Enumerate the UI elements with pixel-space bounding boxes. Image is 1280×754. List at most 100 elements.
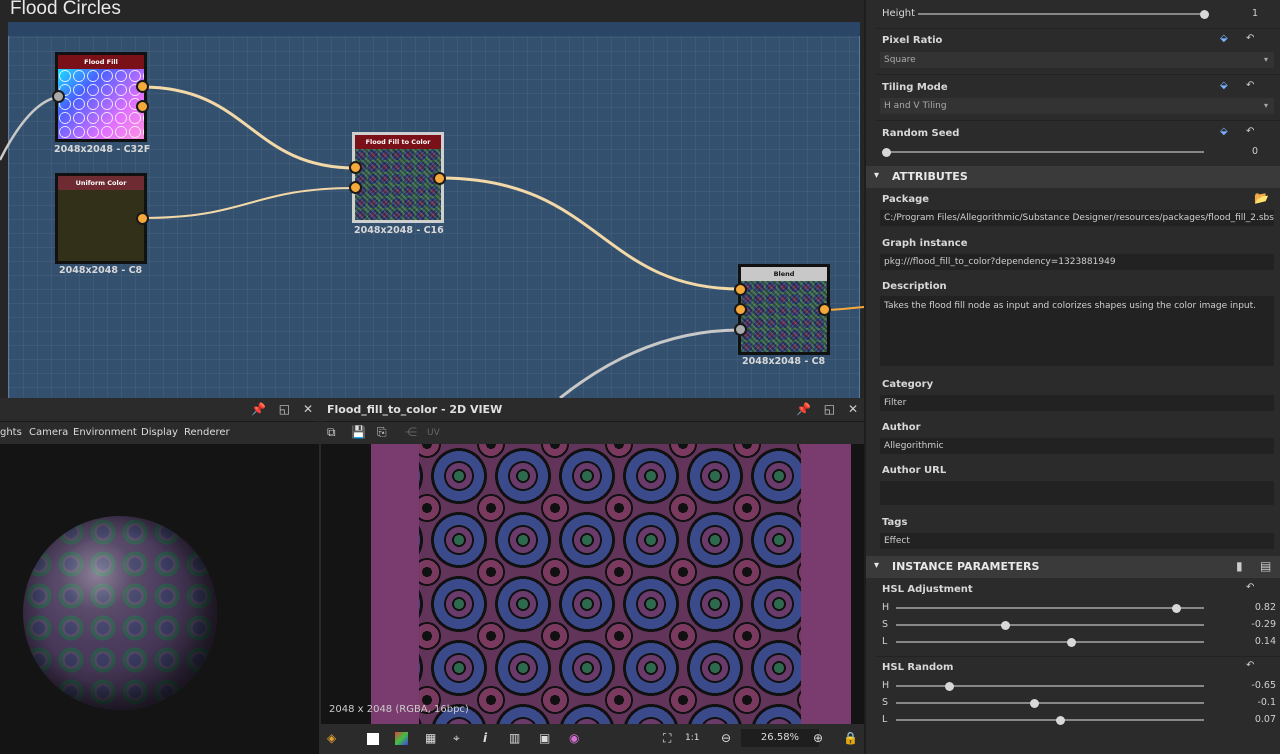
- node-flood-fill[interactable]: Flood Fill: [55, 52, 147, 142]
- height-slider-track[interactable]: [918, 13, 1204, 15]
- hsl-random-s-slider-knob[interactable]: [1030, 698, 1040, 708]
- output-port[interactable]: [136, 212, 149, 225]
- author-url-field[interactable]: [880, 481, 1274, 505]
- random-seed-slider-knob[interactable]: [881, 147, 891, 157]
- zoom-field[interactable]: 26.58%: [741, 729, 819, 747]
- actual-size-icon[interactable]: 1:1: [685, 733, 699, 743]
- hsl-random-l-slider-knob[interactable]: [1056, 715, 1066, 725]
- input-port[interactable]: [734, 303, 747, 316]
- save-icon[interactable]: 💾: [351, 425, 366, 439]
- package-field[interactable]: C:/Program Files/Allegorithmic/Substance…: [880, 210, 1274, 226]
- hsl-s-slider-track[interactable]: [896, 624, 1204, 626]
- preset-list-icon[interactable]: ▤: [1260, 559, 1271, 573]
- zoom-out-icon[interactable]: ⊖: [721, 731, 731, 745]
- expose-icon[interactable]: ⬙: [1220, 33, 1228, 44]
- hsl-h-value[interactable]: 0.82: [1238, 602, 1276, 613]
- fit-icon[interactable]: ⛶: [663, 731, 671, 746]
- export-icon[interactable]: ⎘: [377, 425, 387, 440]
- hsl-s-slider-knob[interactable]: [1000, 620, 1010, 630]
- preview-sphere: [23, 516, 217, 710]
- float-icon[interactable]: ◱: [824, 402, 835, 416]
- hsl-h-slider-knob[interactable]: [1171, 603, 1181, 613]
- hsl-random-l-slider-track[interactable]: [896, 719, 1204, 721]
- close-icon[interactable]: ✕: [848, 402, 858, 416]
- hsl-random-l-value[interactable]: 0.07: [1238, 714, 1276, 725]
- author-field[interactable]: Allegorithmic: [880, 438, 1274, 454]
- input-port[interactable]: [349, 181, 362, 194]
- uv-icon[interactable]: ⋲: [405, 425, 417, 439]
- reset-icon[interactable]: ↶: [1246, 126, 1254, 137]
- menu-environment[interactable]: Environment: [73, 427, 137, 438]
- output-port[interactable]: [136, 100, 149, 113]
- random-seed-slider-track[interactable]: [886, 151, 1204, 153]
- hsl-random-s-value[interactable]: -0.1: [1238, 697, 1276, 708]
- hsl-random-h-slider-knob[interactable]: [945, 681, 955, 691]
- float-icon[interactable]: ◱: [279, 402, 290, 416]
- hsl-l-slider-knob[interactable]: [1067, 637, 1077, 647]
- pixel-ratio-dropdown[interactable]: Square: [880, 52, 1274, 68]
- copy-icon[interactable]: ⧉: [327, 425, 336, 440]
- expose-icon[interactable]: ⬙: [1220, 80, 1228, 91]
- node-uniform-color[interactable]: Uniform Color: [55, 173, 147, 264]
- input-port[interactable]: [734, 323, 747, 336]
- zoom-in-icon[interactable]: ⊕: [813, 731, 823, 745]
- reset-icon[interactable]: ↶: [1246, 660, 1254, 671]
- preset-icon[interactable]: ▮: [1236, 559, 1243, 573]
- reset-icon[interactable]: ↶: [1246, 33, 1254, 44]
- hsl-l-slider-track[interactable]: [896, 641, 1204, 643]
- color-channel-icon[interactable]: [395, 732, 408, 745]
- color-wheel-icon[interactable]: ◉: [569, 731, 579, 745]
- graph-editor[interactable]: Flood Circles Flood Fill 2048x2048 - C32…: [0, 0, 864, 398]
- input-port[interactable]: [734, 283, 747, 296]
- uv-dropdown[interactable]: UV: [427, 428, 440, 438]
- 3d-viewport[interactable]: [0, 444, 319, 754]
- menu-display[interactable]: Display: [141, 427, 178, 438]
- info-icon[interactable]: i: [483, 731, 487, 745]
- description-field[interactable]: Takes the flood fill node as input and c…: [880, 296, 1274, 366]
- texture-preview: [371, 444, 851, 724]
- lock-icon[interactable]: 🔒: [843, 731, 858, 745]
- hsl-s-value[interactable]: -0.29: [1238, 619, 1276, 630]
- hsl-random-h-value[interactable]: -0.65: [1238, 680, 1276, 691]
- tags-field[interactable]: Effect: [880, 533, 1274, 549]
- hsl-h-slider-track[interactable]: [896, 607, 1204, 609]
- reset-icon[interactable]: ↶: [1246, 582, 1254, 593]
- input-port[interactable]: [349, 161, 362, 174]
- wire-uniform-to-ffcolor: [141, 187, 357, 219]
- tiling-mode-dropdown[interactable]: H and V Tiling: [880, 98, 1274, 114]
- hsl-random-h-slider-track[interactable]: [896, 685, 1204, 687]
- menu-camera[interactable]: Camera: [29, 427, 68, 438]
- input-port[interactable]: [52, 90, 65, 103]
- layers-icon[interactable]: ◈: [327, 731, 336, 745]
- expose-icon[interactable]: ⬙: [1220, 126, 1228, 137]
- output-port[interactable]: [136, 80, 149, 93]
- grid-icon[interactable]: ▦: [425, 731, 436, 745]
- display-icon[interactable]: ▣: [539, 731, 550, 745]
- node-resolution: 2048x2048 - C32F: [54, 144, 151, 155]
- graph-instance-field[interactable]: pkg:///flood_fill_to_color?dependency=13…: [880, 254, 1274, 270]
- histogram-icon[interactable]: ▥: [509, 731, 520, 745]
- instance-parameters-section-header[interactable]: ▾ INSTANCE PARAMETERS ▮ ▤: [866, 556, 1280, 578]
- category-field[interactable]: Filter: [880, 395, 1274, 411]
- node-title: Flood Fill: [58, 55, 144, 69]
- output-port[interactable]: [433, 172, 446, 185]
- node-blend[interactable]: Blend: [738, 264, 830, 355]
- menu-renderer[interactable]: Renderer: [184, 427, 230, 438]
- menu-lights[interactable]: ghts: [0, 427, 22, 438]
- hsl-random-s-slider-track[interactable]: [896, 702, 1204, 704]
- node-flood-fill-to-color[interactable]: Flood Fill to Color: [352, 132, 444, 223]
- pin-icon[interactable]: 📌: [251, 402, 266, 416]
- random-seed-value[interactable]: 0: [1252, 146, 1258, 157]
- height-slider-knob[interactable]: [1199, 9, 1209, 19]
- hsl-l-value[interactable]: 0.14: [1238, 636, 1276, 647]
- attributes-section-header[interactable]: ▾ ATTRIBUTES: [866, 166, 1280, 188]
- 2d-canvas[interactable]: [321, 444, 864, 724]
- close-icon[interactable]: ✕: [303, 402, 313, 416]
- pixel-picker-icon[interactable]: ⌖: [453, 731, 460, 746]
- folder-icon[interactable]: 📂: [1254, 191, 1269, 205]
- reset-icon[interactable]: ↶: [1246, 80, 1254, 91]
- pin-icon[interactable]: 📌: [796, 402, 811, 416]
- white-channel-icon[interactable]: [367, 733, 379, 745]
- height-value[interactable]: 1: [1252, 8, 1258, 19]
- output-port[interactable]: [818, 303, 831, 316]
